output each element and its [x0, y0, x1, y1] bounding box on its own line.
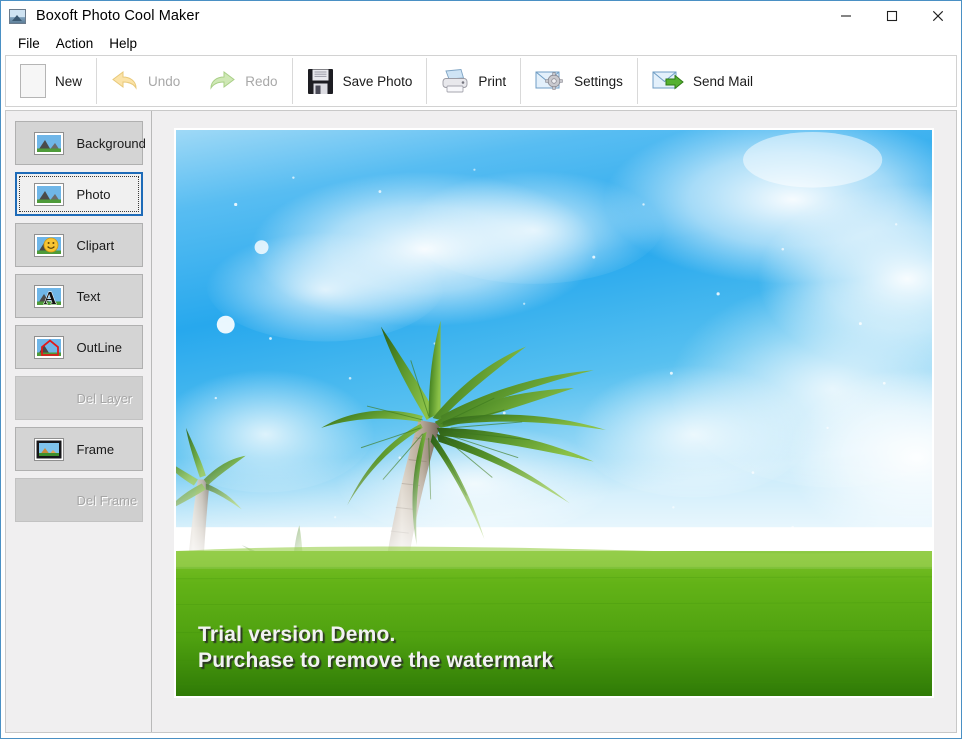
- undo-button-label: Undo: [148, 74, 180, 89]
- undo-button[interactable]: Undo: [97, 56, 194, 106]
- redo-button-label: Redo: [245, 74, 277, 89]
- main-body: Background Photo: [5, 110, 957, 733]
- close-icon[interactable]: [915, 1, 961, 31]
- minimize-icon[interactable]: [823, 1, 869, 31]
- sidebar: Background Photo: [6, 111, 152, 732]
- redo-arrow-icon: [208, 68, 236, 94]
- toolbar-group-new: New: [6, 56, 96, 106]
- sidebar-item-photo-label: Photo: [77, 187, 111, 202]
- svg-text:A: A: [43, 288, 56, 308]
- sidebar-item-clipart-label: Clipart: [77, 238, 115, 253]
- sidebar-item-outline-label: OutLine: [77, 340, 123, 355]
- sidebar-item-background[interactable]: Background: [15, 121, 143, 165]
- menu-item-help[interactable]: Help: [101, 34, 145, 53]
- title-bar: Boxoft Photo Cool Maker: [1, 1, 961, 31]
- send-mail-button[interactable]: Send Mail: [638, 56, 767, 106]
- window-controls: [823, 1, 961, 31]
- sidebar-item-outline[interactable]: OutLine: [15, 325, 143, 369]
- photo-frame: Trial version Demo. Purchase to remove t…: [174, 128, 934, 698]
- new-page-icon: [20, 64, 46, 98]
- sidebar-item-frame[interactable]: Frame: [15, 427, 143, 471]
- smiley-clipart-icon: [34, 234, 64, 257]
- toolbar-group-settings: Settings: [521, 56, 637, 106]
- printer-icon: [441, 68, 469, 94]
- sidebar-item-del-frame-label: Del Frame: [77, 493, 138, 508]
- window-title: Boxoft Photo Cool Maker: [36, 8, 200, 24]
- settings-button-label: Settings: [574, 74, 623, 89]
- tropical-photo-image: [176, 130, 932, 696]
- toolbar-group-sendmail: Send Mail: [638, 56, 767, 106]
- sidebar-item-background-label: Background: [77, 136, 146, 151]
- app-window: Boxoft Photo Cool Maker File Action Help: [0, 0, 962, 739]
- print-button-label: Print: [478, 74, 506, 89]
- new-button-label: New: [55, 74, 82, 89]
- toolbar: New Undo Redo: [5, 55, 957, 107]
- floppy-disk-icon: [307, 68, 334, 95]
- menu-item-file[interactable]: File: [10, 34, 48, 53]
- envelope-gear-icon: [535, 68, 565, 94]
- undo-arrow-icon: [111, 68, 139, 94]
- sidebar-item-del-layer-label: Del Layer: [77, 391, 133, 406]
- sidebar-item-photo[interactable]: Photo: [15, 172, 143, 216]
- landscape-thumb-icon: [34, 183, 64, 206]
- menu-item-action[interactable]: Action: [48, 34, 102, 53]
- red-outline-shape-icon: [34, 336, 64, 359]
- sidebar-item-frame-label: Frame: [77, 442, 115, 457]
- canvas-pane[interactable]: Trial version Demo. Purchase to remove t…: [152, 111, 956, 732]
- save-photo-button-label: Save Photo: [343, 74, 413, 89]
- watermark-text: Trial version Demo. Purchase to remove t…: [198, 622, 553, 674]
- maximize-icon[interactable]: [869, 1, 915, 31]
- print-button[interactable]: Print: [427, 56, 520, 106]
- photo-canvas[interactable]: Trial version Demo. Purchase to remove t…: [176, 130, 932, 696]
- sidebar-item-del-layer[interactable]: Del Layer: [15, 376, 143, 420]
- menu-bar: File Action Help: [1, 31, 961, 55]
- toolbar-group-print: Print: [427, 56, 520, 106]
- new-button[interactable]: New: [6, 56, 96, 106]
- send-mail-button-label: Send Mail: [693, 74, 753, 89]
- toolbar-group-save: Save Photo: [293, 56, 427, 106]
- landscape-thumb-icon: [34, 132, 64, 155]
- sidebar-item-clipart[interactable]: Clipart: [15, 223, 143, 267]
- redo-button[interactable]: Redo: [194, 56, 291, 106]
- settings-button[interactable]: Settings: [521, 56, 637, 106]
- save-photo-button[interactable]: Save Photo: [293, 56, 427, 106]
- sidebar-item-text[interactable]: A Text: [15, 274, 143, 318]
- envelope-arrow-icon: [652, 68, 684, 94]
- sidebar-item-del-frame[interactable]: Del Frame: [15, 478, 143, 522]
- text-letter-a-icon: A: [34, 285, 64, 308]
- toolbar-group-history: Undo Redo: [97, 56, 292, 106]
- photo-app-icon: [9, 9, 26, 24]
- picture-frame-icon: [34, 438, 64, 461]
- sidebar-item-text-label: Text: [77, 289, 101, 304]
